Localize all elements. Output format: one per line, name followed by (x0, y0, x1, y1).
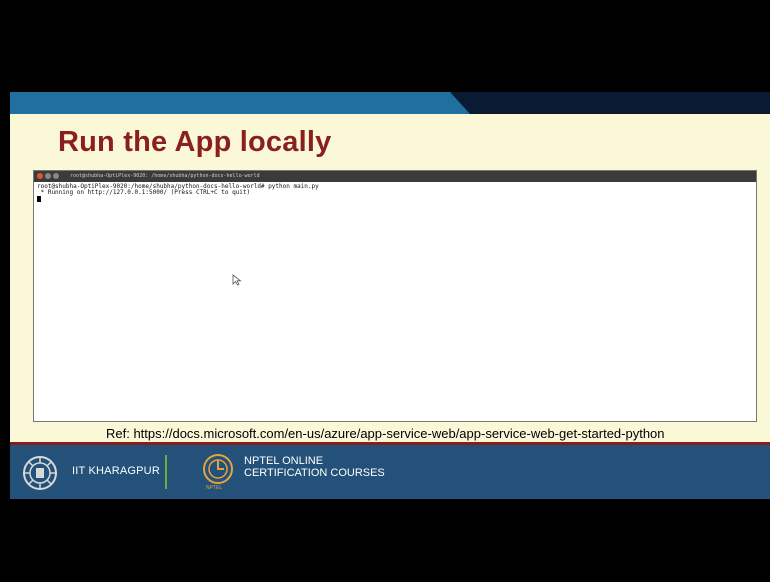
minimize-window-button[interactable] (45, 173, 51, 179)
iit-kharagpur-emblem-icon (23, 456, 57, 490)
slide-title: Run the App locally (58, 126, 332, 158)
terminal-window-title: root@shubha-OptiPlex-9020: /home/shubha/… (70, 173, 260, 179)
nptel-logo-text: NPTEL (206, 485, 223, 491)
window-controls (37, 173, 59, 179)
terminal-titlebar[interactable]: root@shubha-OptiPlex-9020: /home/shubha/… (34, 171, 756, 182)
maximize-window-button[interactable] (53, 173, 59, 179)
terminal-window[interactable]: root@shubha-OptiPlex-9020: /home/shubha/… (33, 170, 757, 422)
nptel-course-label: NPTEL ONLINE CERTIFICATION COURSES (244, 455, 385, 479)
close-window-button[interactable] (37, 173, 43, 179)
reference-link[interactable]: Ref: https://docs.microsoft.com/en-us/az… (106, 426, 665, 441)
text-cursor (37, 196, 41, 202)
top-band-accent (10, 92, 470, 114)
nptel-logo-icon (203, 454, 233, 484)
mouse-pointer-icon (232, 274, 242, 286)
footer-banner: IIT KHARAGPUR NPTEL NPTEL ONLINE CERTIFI… (10, 445, 770, 499)
terminal-cursor-line (37, 196, 753, 204)
nptel-line-1: NPTEL ONLINE (244, 455, 324, 467)
nptel-line-2: CERTIFICATION COURSES (244, 467, 385, 479)
footer-vertical-divider (165, 455, 167, 489)
institute-name: IIT KHARAGPUR (72, 465, 160, 477)
terminal-output[interactable]: root@shubha-OptiPlex-9020:/home/shubha/p… (34, 182, 756, 206)
presentation-slide: Run the App locally root@shubha-OptiPlex… (10, 92, 770, 499)
